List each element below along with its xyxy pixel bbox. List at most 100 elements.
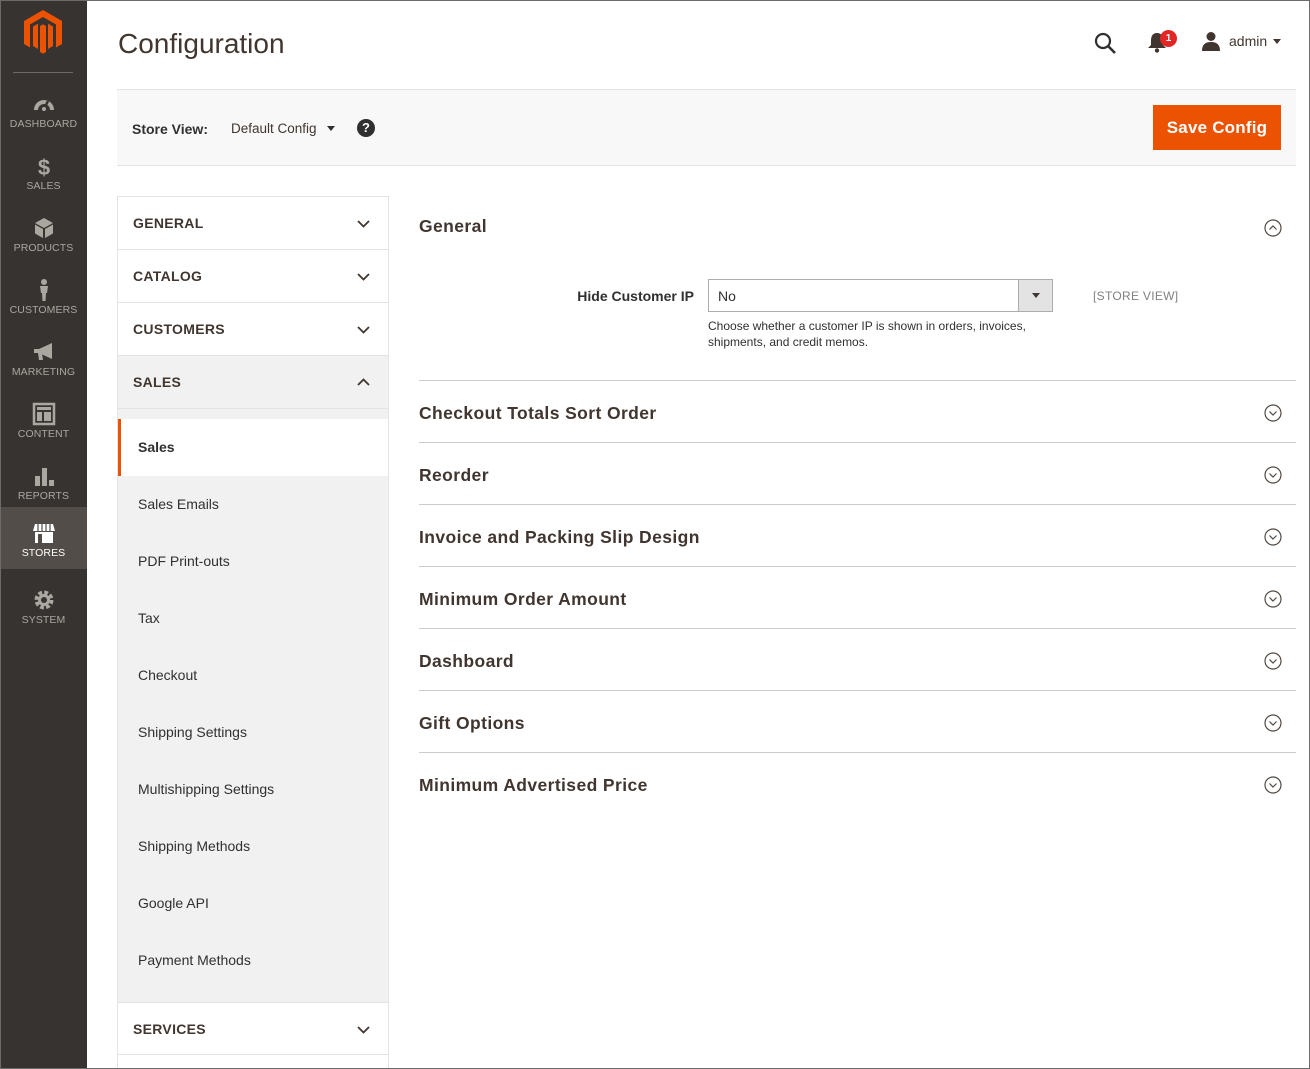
user-menu[interactable]: admin xyxy=(1201,30,1282,52)
section-title: Gift Options xyxy=(419,713,525,733)
section-reorder[interactable]: Reorder xyxy=(419,443,1296,505)
magento-logo-icon[interactable] xyxy=(22,8,64,56)
store-view-label: Store View: xyxy=(132,121,208,137)
tab-label: SERVICES xyxy=(133,1021,206,1037)
subsection-label: Tax xyxy=(138,610,160,626)
hide-customer-ip-label: Hide Customer IP xyxy=(577,288,694,304)
subsection-shipping-settings[interactable]: Shipping Settings xyxy=(118,704,388,761)
subsection-google-api[interactable]: Google API xyxy=(118,875,388,932)
page-title: Configuration xyxy=(118,28,285,59)
megaphone-icon xyxy=(33,343,52,360)
subsection-payment-methods[interactable]: Payment Methods xyxy=(118,932,388,989)
user-icon xyxy=(1202,32,1220,51)
tab-customers[interactable]: CUSTOMERS xyxy=(118,303,388,356)
store-view-switcher[interactable]: Default Config xyxy=(231,121,335,136)
nav-item-products[interactable]: PRODUCTS xyxy=(0,202,87,264)
collapse-icon xyxy=(1264,219,1282,237)
subsection-multishipping-settings[interactable]: Multishipping Settings xyxy=(118,761,388,818)
nav-item-content[interactable]: CONTENT xyxy=(0,388,87,450)
nav-label: SALES xyxy=(26,180,61,192)
nav-label: STORES xyxy=(21,547,66,559)
dollar-icon: $ xyxy=(37,155,49,178)
subsection-label: PDF Print-outs xyxy=(138,553,230,569)
tab-services[interactable]: SERVICES xyxy=(118,1002,388,1055)
search-icon[interactable] xyxy=(1093,31,1117,55)
section-title: Minimum Order Amount xyxy=(419,589,627,609)
nav-label: CONTENT xyxy=(17,428,70,440)
expand-icon xyxy=(1264,652,1282,670)
subsection-label: Sales xyxy=(138,439,175,455)
subsection-sales-emails[interactable]: Sales Emails xyxy=(118,476,388,533)
nav-label: SYSTEM xyxy=(21,614,66,626)
chevron-down-icon xyxy=(326,126,335,131)
subsection-label: Payment Methods xyxy=(138,952,251,968)
bar-chart-icon xyxy=(34,468,54,486)
section-general-body: Hide Customer IP No Choose whether a cus… xyxy=(419,258,1296,381)
help-icon[interactable]: ? xyxy=(357,119,375,137)
subsection-checkout[interactable]: Checkout xyxy=(118,647,388,704)
subsection-label: Google API xyxy=(138,895,209,911)
nav-label: DASHBOARD xyxy=(9,118,78,130)
store-view-value: Default Config xyxy=(231,121,317,136)
nav-label: PRODUCTS xyxy=(13,242,74,254)
section-minimum-order-amount[interactable]: Minimum Order Amount xyxy=(419,567,1296,629)
expand-icon xyxy=(1264,466,1282,484)
expand-icon xyxy=(1264,590,1282,608)
section-title: Minimum Advertised Price xyxy=(419,775,648,795)
section-general-header[interactable]: General xyxy=(419,196,1296,258)
user-name: admin xyxy=(1229,33,1268,49)
subsection-shipping-methods[interactable]: Shipping Methods xyxy=(118,818,388,875)
nav-item-customers[interactable]: CUSTOMERS xyxy=(0,264,87,326)
nav-item-reports[interactable]: REPORTS xyxy=(0,450,87,512)
notification-count-badge: 1 xyxy=(1160,30,1177,47)
sales-subsection-list: Sales Sales Emails PDF Print-outs Tax Ch… xyxy=(118,409,388,1002)
subsection-label: Sales Emails xyxy=(138,496,219,512)
nav-divider xyxy=(13,72,73,73)
subsection-pdf-print-outs[interactable]: PDF Print-outs xyxy=(118,533,388,590)
section-checkout-totals-sort-order[interactable]: Checkout Totals Sort Order xyxy=(419,381,1296,443)
section-gift-options[interactable]: Gift Options xyxy=(419,691,1296,753)
tab-general[interactable]: GENERAL xyxy=(118,197,388,250)
layout-icon xyxy=(32,402,55,426)
nav-item-stores[interactable]: STORES xyxy=(0,507,87,569)
box-icon xyxy=(34,218,53,238)
section-dashboard[interactable]: Dashboard xyxy=(419,629,1296,691)
select-value: No xyxy=(718,288,736,304)
subsection-sales[interactable]: Sales xyxy=(118,419,388,476)
chevron-down-icon xyxy=(1273,38,1282,44)
svg-text:$: $ xyxy=(37,155,49,178)
tab-catalog[interactable]: CATALOG xyxy=(118,250,388,303)
tab-sales[interactable]: SALES xyxy=(118,356,388,409)
subsection-label: Shipping Settings xyxy=(138,724,247,740)
nav-item-marketing[interactable]: MARKETING xyxy=(0,326,87,388)
subsection-label: Multishipping Settings xyxy=(138,781,275,797)
section-invoice-packing-slip-design[interactable]: Invoice and Packing Slip Design xyxy=(419,505,1296,567)
tab-label: SALES xyxy=(133,374,182,390)
nav-label: MARKETING xyxy=(11,366,76,378)
nav-item-dashboard[interactable]: DASHBOARD xyxy=(0,78,87,140)
section-minimum-advertised-price[interactable]: Minimum Advertised Price xyxy=(419,753,1296,815)
section-title: Reorder xyxy=(419,465,489,485)
chevron-down-icon xyxy=(357,273,370,281)
expand-icon xyxy=(1264,404,1282,422)
subsection-label: Shipping Methods xyxy=(138,838,251,854)
config-sidebar: GENERAL CATALOG CUSTOMERS SALES Sales Sa… xyxy=(117,196,389,1069)
tab-label: GENERAL xyxy=(133,215,204,231)
dashboard-icon xyxy=(33,100,54,111)
save-config-button[interactable]: Save Config xyxy=(1153,105,1281,150)
chevron-up-icon xyxy=(357,378,370,386)
chevron-down-icon xyxy=(1032,293,1040,298)
storefront-icon xyxy=(32,524,55,543)
store-view-bar: Store View: Default Config ? Save Config xyxy=(117,89,1296,166)
chevron-down-icon xyxy=(357,1026,370,1034)
person-icon xyxy=(39,279,48,301)
nav-item-sales[interactable]: $ SALES xyxy=(0,140,87,202)
subsection-tax[interactable]: Tax xyxy=(118,590,388,647)
subsection-label: Checkout xyxy=(138,667,198,683)
expand-icon xyxy=(1264,776,1282,794)
hide-customer-ip-select[interactable]: No xyxy=(708,279,1053,312)
section-title: Dashboard xyxy=(419,651,515,671)
nav-label: CUSTOMERS xyxy=(9,304,78,316)
nav-item-system[interactable]: SYSTEM xyxy=(0,574,87,636)
section-title: Checkout Totals Sort Order xyxy=(419,403,657,423)
